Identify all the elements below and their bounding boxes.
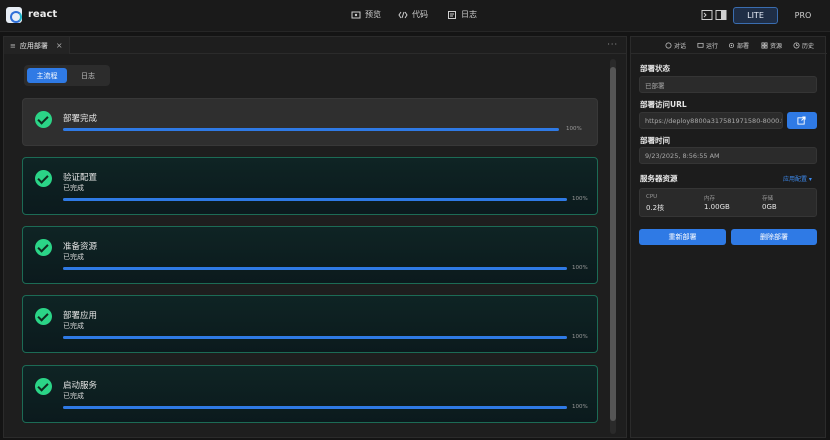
resources-summary: CPU 0.2核 内存 1.00GB 存储 0GB bbox=[639, 188, 817, 217]
side-tab-chat[interactable]: 对话 bbox=[665, 41, 686, 50]
close-icon[interactable]: × bbox=[56, 41, 63, 50]
terminal-icon[interactable] bbox=[701, 9, 713, 21]
deploy-time-field: 9/23/2025, 8:56:55 AM bbox=[639, 147, 817, 164]
cpu-value: 0.2核 bbox=[646, 204, 665, 212]
step-card: 准备资源 已完成 100% bbox=[22, 226, 598, 284]
check-circle-icon bbox=[35, 308, 52, 325]
storage-value: 0GB bbox=[762, 203, 777, 211]
app-logo-icon bbox=[6, 7, 22, 23]
step-status: 已完成 bbox=[63, 322, 84, 330]
chat-icon bbox=[665, 42, 672, 49]
external-link-icon bbox=[797, 116, 806, 125]
step-percent: 100% bbox=[572, 404, 588, 410]
step-percent: 100% bbox=[572, 196, 588, 202]
history-icon bbox=[793, 42, 800, 49]
subtab-main-flow[interactable]: 主流程 bbox=[27, 68, 67, 83]
tab-app-deploy-label: 应用部署 bbox=[19, 41, 48, 50]
step-title: 准备资源 bbox=[63, 242, 98, 252]
step-title: 验证配置 bbox=[63, 173, 98, 183]
side-tab-history-label: 历史 bbox=[802, 43, 815, 50]
subtab-log[interactable]: 日志 bbox=[70, 68, 106, 83]
nav-preview[interactable]: 预览 bbox=[351, 9, 381, 20]
nav-code-label: 代码 bbox=[412, 10, 428, 19]
resources-icon bbox=[761, 42, 768, 49]
preview-icon bbox=[351, 11, 361, 18]
layout-toggle-icon[interactable] bbox=[715, 9, 727, 21]
step-progress-bar bbox=[63, 336, 567, 339]
step-card: 启动服务 已完成 100% bbox=[22, 365, 598, 423]
nav-logs-label: 日志 bbox=[461, 10, 477, 19]
open-url-button[interactable] bbox=[787, 112, 817, 129]
step-progress-bar bbox=[63, 198, 567, 201]
step-status: 已完成 bbox=[63, 392, 84, 400]
step-percent: 100% bbox=[572, 265, 588, 271]
side-tab-resources-label: 资源 bbox=[770, 43, 783, 50]
side-tab-deploy[interactable]: 部署 bbox=[728, 41, 749, 50]
step-title: 启动服务 bbox=[63, 381, 98, 391]
server-resources-label: 服务器资源 bbox=[640, 174, 678, 183]
delete-deployment-button[interactable]: 删除部署 bbox=[731, 229, 817, 245]
more-options-icon[interactable]: ··· bbox=[607, 40, 618, 49]
vertical-scrollbar[interactable] bbox=[610, 59, 616, 434]
app-title: react bbox=[28, 9, 58, 20]
step-percent: 100% bbox=[566, 126, 582, 132]
storage-label: 存储 bbox=[762, 196, 774, 202]
deploy-status-field: 已部署 bbox=[639, 76, 817, 93]
side-tab-resources[interactable]: 资源 bbox=[761, 41, 782, 50]
memory-value: 1.00GB bbox=[704, 203, 730, 211]
step-progress-bar bbox=[63, 406, 567, 409]
nav-preview-label: 预览 bbox=[365, 10, 381, 19]
deploy-icon bbox=[728, 42, 735, 49]
step-card: 部署应用 已完成 100% bbox=[22, 295, 598, 353]
step-percent: 100% bbox=[572, 334, 588, 340]
editor-tab-bar: ≡ 应用部署 × ··· bbox=[4, 37, 626, 54]
code-icon bbox=[398, 11, 408, 18]
deploy-workflow-panel: ≡ 应用部署 × ··· 主流程 日志 部署完成 100% 验证配置 已完成 1… bbox=[3, 36, 627, 438]
check-circle-icon bbox=[35, 378, 52, 395]
top-bar: react 预览 代码 日志 LITE PRO bbox=[0, 0, 830, 32]
side-tab-run[interactable]: 运行 bbox=[697, 41, 718, 50]
side-tab-history[interactable]: 历史 bbox=[793, 41, 814, 50]
side-tab-deploy-label: 部署 bbox=[737, 43, 750, 50]
step-progress-bar bbox=[63, 267, 567, 270]
check-circle-icon bbox=[35, 239, 52, 256]
logs-icon bbox=[448, 10, 456, 19]
side-tab-run-label: 运行 bbox=[706, 43, 719, 50]
run-icon bbox=[697, 42, 704, 48]
cpu-label: CPU bbox=[646, 194, 658, 200]
side-tab-bar: 对话 运行 部署 资源 历史 bbox=[631, 37, 827, 54]
step-title: 部署应用 bbox=[63, 311, 98, 321]
deploy-time-label: 部署时间 bbox=[640, 136, 670, 145]
nav-logs[interactable]: 日志 bbox=[447, 9, 477, 20]
step-card: 验证配置 已完成 100% bbox=[22, 157, 598, 215]
side-tab-chat-label: 对话 bbox=[674, 43, 687, 50]
deployment-details-panel: 对话 运行 部署 资源 历史 部署状态 已部署 部署访问URL https://… bbox=[630, 36, 827, 438]
memory-label: 内存 bbox=[704, 196, 716, 202]
step-status: 已完成 bbox=[63, 253, 84, 261]
lite-mode-button[interactable]: LITE bbox=[733, 7, 778, 24]
app-config-dropdown[interactable]: 应用配置 ▾ bbox=[783, 174, 812, 183]
workflow-subtabs: 主流程 日志 bbox=[24, 65, 110, 86]
scrollbar-thumb[interactable] bbox=[610, 67, 616, 421]
nav-code[interactable]: 代码 bbox=[398, 9, 428, 20]
redeploy-button[interactable]: 重新部署 bbox=[639, 229, 726, 245]
step-card: 部署完成 100% bbox=[22, 98, 598, 146]
check-circle-icon bbox=[35, 111, 52, 128]
list-icon: ≡ bbox=[10, 41, 16, 50]
step-status: 已完成 bbox=[63, 184, 84, 192]
url-label: 部署访问URL bbox=[640, 100, 687, 109]
pro-mode-button[interactable]: PRO bbox=[784, 7, 822, 24]
deploy-status-label: 部署状态 bbox=[640, 64, 670, 73]
tab-app-deploy[interactable]: ≡ 应用部署 × bbox=[4, 37, 70, 54]
step-progress-bar bbox=[63, 128, 559, 131]
step-title: 部署完成 bbox=[63, 114, 98, 124]
deploy-url-field[interactable]: https://deploy8800a317581971580-8000.tx bbox=[639, 112, 783, 129]
check-circle-icon bbox=[35, 170, 52, 187]
